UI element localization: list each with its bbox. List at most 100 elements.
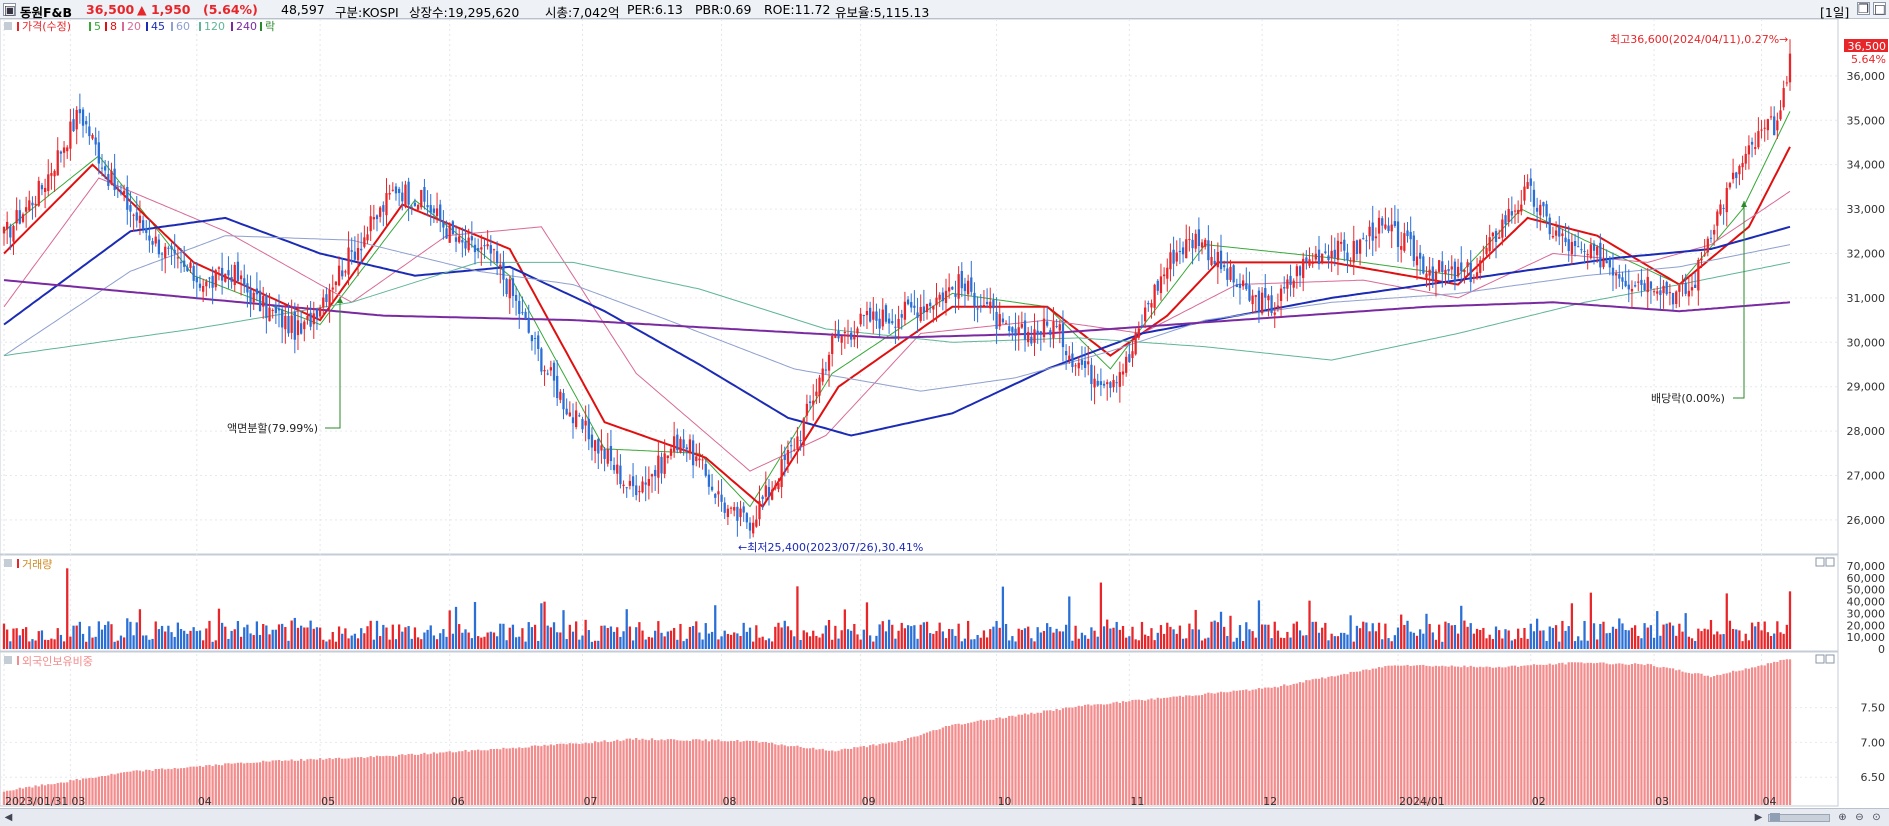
candle-body — [1501, 219, 1504, 238]
volume-bar — [1542, 630, 1545, 649]
volume-bar — [1589, 592, 1592, 649]
foreign-panel-min-icon[interactable] — [1815, 654, 1825, 664]
legend-ma120: 120 — [204, 20, 225, 33]
candle-body — [423, 187, 426, 202]
candle-body — [1102, 383, 1106, 386]
foreign-bar — [903, 740, 907, 805]
candle-body — [1390, 224, 1393, 232]
zoom-out-icon[interactable]: ⊖ — [1853, 811, 1866, 824]
chart-menu-icon[interactable]: ▣ — [3, 3, 16, 16]
foreign-bar — [1216, 692, 1219, 805]
volume-bar — [1125, 637, 1128, 649]
candle-body — [1523, 186, 1526, 201]
volume-bar — [448, 610, 451, 649]
foreign-bar — [1396, 665, 1400, 805]
volume-bar — [1681, 631, 1684, 649]
candle-body — [1782, 88, 1785, 108]
foreign-panel-close-icon[interactable] — [1825, 654, 1835, 664]
volume-bar — [979, 637, 982, 649]
volume-bar — [710, 631, 714, 649]
volume-bar — [1204, 638, 1207, 649]
volume-bar — [1529, 623, 1532, 649]
foreign-bar — [929, 731, 932, 805]
volume-bar — [233, 629, 236, 649]
candle-body — [960, 270, 963, 289]
restore-icon[interactable]: ❐ — [1857, 2, 1870, 15]
foreign-bar — [1656, 667, 1659, 805]
candle-body — [1716, 211, 1719, 226]
candle-body — [581, 419, 584, 430]
candle-body — [1336, 240, 1340, 260]
volume-bar — [350, 635, 353, 649]
foreign-bar — [1125, 701, 1128, 805]
foreign-bar — [742, 741, 745, 805]
volume-bar — [1747, 640, 1751, 649]
scroll-right-icon[interactable]: ▶ — [1752, 811, 1765, 824]
volume-panel-min-icon[interactable] — [1815, 557, 1825, 567]
volume-bar — [1779, 632, 1782, 649]
volume-bar — [925, 621, 929, 649]
scroll-left-icon[interactable]: ◀ — [2, 811, 15, 824]
candle-body — [1621, 277, 1624, 282]
volume-bar — [821, 633, 824, 649]
foreign-bar — [1498, 666, 1501, 805]
volume-bar — [1083, 635, 1087, 649]
foreign-bar — [239, 762, 243, 805]
volume-bar — [1687, 636, 1690, 649]
volume-bar — [1295, 621, 1299, 649]
stock-chart[interactable]: 26,00027,00028,00029,00030,00031,00032,0… — [0, 19, 1889, 808]
volume-bar — [995, 621, 998, 649]
candle-body — [1422, 256, 1425, 274]
volume-bar — [1393, 635, 1397, 649]
zoom-reset-icon[interactable]: ⊙ — [1870, 811, 1883, 824]
candle-body — [1346, 252, 1349, 260]
candle-body — [1722, 207, 1725, 209]
maximize-icon[interactable]: □ — [1873, 2, 1886, 15]
volume-bar — [537, 640, 540, 649]
foreign-bar — [875, 745, 878, 805]
volume-bar — [1109, 628, 1112, 649]
foreign-bar — [435, 753, 439, 805]
foreign-bar — [799, 746, 802, 805]
volume-panel-close-icon[interactable] — [1825, 557, 1835, 567]
candle-body — [246, 283, 249, 293]
volume-bar — [1460, 605, 1463, 649]
candle-body — [1166, 267, 1169, 279]
volume-bar — [1358, 628, 1362, 649]
foreign-bar — [1716, 674, 1719, 805]
volume-bar — [505, 640, 508, 649]
volume-bar — [1188, 623, 1191, 649]
foreign-bar — [827, 750, 831, 805]
volume-bar — [195, 631, 198, 649]
foreign-bar — [341, 758, 344, 805]
candle-body — [148, 235, 151, 241]
volume-bar — [1090, 627, 1093, 649]
foreign-bar — [1504, 667, 1507, 805]
foreign-bar — [1671, 668, 1675, 805]
foreign-bar — [1697, 673, 1700, 805]
foreign-bar — [559, 743, 562, 805]
foreign-bar — [780, 744, 783, 805]
volume-bar — [742, 622, 745, 649]
volume-bar — [1637, 635, 1640, 649]
candle-body — [1339, 241, 1343, 244]
volume-bar — [704, 623, 707, 649]
scroll-thumb[interactable] — [1770, 813, 1780, 821]
volume-bar — [1052, 632, 1055, 649]
volume-bar — [281, 623, 284, 649]
candle-body — [1482, 258, 1485, 261]
foreign-bar — [1434, 665, 1438, 805]
candle-body — [1618, 274, 1621, 279]
volume-bar — [508, 627, 511, 649]
foreign-bar — [1365, 669, 1368, 805]
zoom-in-icon[interactable]: ⊕ — [1836, 811, 1849, 824]
price-tick-label: 33,000 — [1847, 203, 1886, 216]
foreign-bar — [1178, 695, 1182, 805]
foreign-bar — [761, 741, 764, 805]
candle-body — [1377, 217, 1381, 234]
foreign-bar — [796, 745, 799, 805]
candle-body — [726, 508, 730, 518]
volume-bar — [483, 636, 486, 649]
foreign-bar — [492, 749, 496, 805]
volume-bar — [941, 631, 944, 649]
